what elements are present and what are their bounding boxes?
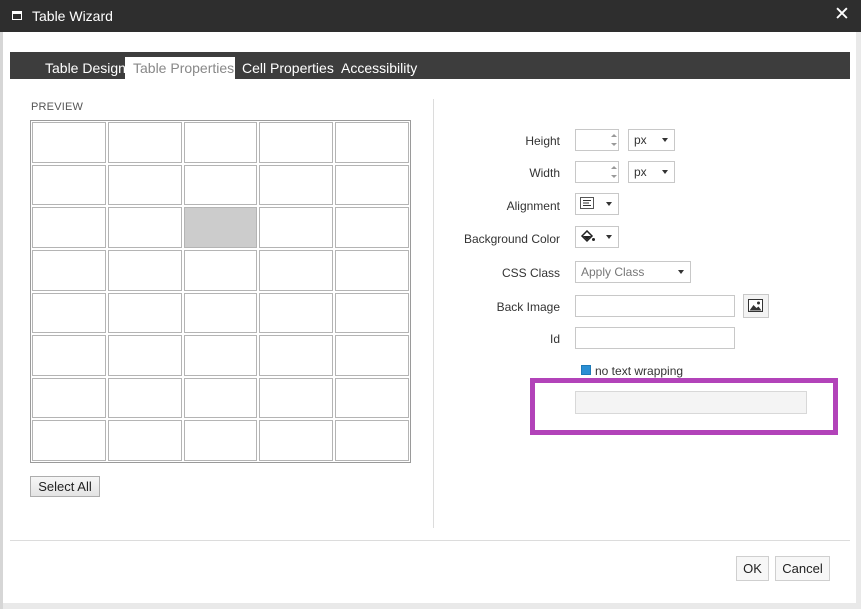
css-class-select[interactable]: Apply Class	[575, 261, 691, 283]
preview-cell[interactable]	[32, 377, 106, 419]
preview-cell[interactable]	[335, 292, 409, 334]
preview-cell[interactable]	[183, 164, 258, 206]
preview-label: PREVIEW	[31, 101, 84, 113]
preview-cell[interactable]	[259, 377, 334, 419]
preview-cell[interactable]	[335, 335, 409, 376]
preview-cell[interactable]	[259, 249, 334, 291]
height-input[interactable]	[575, 129, 619, 151]
css-class-value: Apply Class	[581, 265, 645, 279]
cancel-button[interactable]: Cancel	[775, 556, 830, 581]
id-input[interactable]	[575, 327, 735, 349]
preview-cell[interactable]	[107, 122, 182, 163]
preview-cell[interactable]	[335, 164, 409, 206]
preview-cell[interactable]	[107, 420, 182, 461]
preview-cell[interactable]	[183, 249, 258, 291]
preview-cell[interactable]	[183, 377, 258, 419]
preview-cell[interactable]	[32, 420, 106, 461]
preview-cell[interactable]	[259, 420, 334, 461]
align-left-icon	[580, 197, 594, 209]
preview-cell[interactable]	[32, 122, 106, 163]
preview-cell[interactable]	[335, 420, 409, 461]
alignment-select[interactable]	[575, 193, 619, 215]
close-icon[interactable]: ✕	[833, 5, 851, 25]
back-image-input[interactable]	[575, 295, 735, 317]
tab-accessibility[interactable]: Accessibility	[341, 57, 417, 79]
preview-cell[interactable]	[183, 122, 258, 163]
spin-up-icon[interactable]	[611, 166, 617, 169]
spin-down-icon[interactable]	[611, 175, 617, 178]
id-label: Id	[549, 332, 560, 346]
preview-cell[interactable]	[32, 249, 106, 291]
preview-cell[interactable]	[259, 292, 334, 334]
tab-table-properties[interactable]: Table Properties	[125, 57, 236, 79]
preview-cell[interactable]	[183, 335, 258, 376]
preview-cell[interactable]	[335, 249, 409, 291]
preview-cell[interactable]	[32, 292, 106, 334]
preview-cell[interactable]	[107, 377, 182, 419]
no-text-wrapping-label: no text wrapping	[595, 364, 684, 378]
footer-divider	[10, 540, 850, 541]
preview-cell[interactable]	[259, 122, 334, 163]
preview-cell[interactable]	[259, 164, 334, 206]
spin-down-icon[interactable]	[611, 143, 617, 146]
background-color-label: Background Color	[463, 232, 560, 246]
width-label: Width	[529, 166, 560, 180]
ok-button[interactable]: OK	[736, 556, 769, 581]
preview-cell[interactable]	[183, 420, 258, 461]
width-input[interactable]	[575, 161, 619, 183]
no-text-wrapping-checkbox[interactable]	[581, 365, 591, 375]
preview-cell[interactable]	[335, 122, 409, 163]
chevron-down-icon	[662, 138, 668, 142]
chevron-down-icon	[606, 235, 612, 239]
background-color-picker[interactable]	[575, 226, 619, 248]
dialog-title: Table Wizard	[32, 8, 113, 24]
paint-bucket-icon	[580, 230, 595, 243]
chevron-down-icon	[662, 170, 668, 174]
spin-up-icon[interactable]	[611, 134, 617, 137]
preview-cell[interactable]	[183, 207, 258, 248]
image-picker-button[interactable]	[743, 294, 769, 318]
preview-cell[interactable]	[107, 207, 182, 248]
preview-cell[interactable]	[335, 207, 409, 248]
height-unit-value: px	[634, 133, 647, 147]
chevron-down-icon	[678, 270, 684, 274]
alignment-label: Alignment	[506, 199, 560, 213]
preview-cell[interactable]	[107, 249, 182, 291]
preview-cell[interactable]	[32, 335, 106, 376]
image-icon	[748, 299, 763, 312]
window-icon	[12, 11, 22, 20]
highlight-annotation-box	[530, 378, 838, 435]
select-all-button[interactable]: Select All	[30, 476, 100, 497]
chevron-down-icon	[606, 202, 612, 206]
preview-cell[interactable]	[183, 292, 258, 334]
title-bar: Table Wizard ✕	[0, 0, 861, 32]
css-class-label: CSS Class	[501, 266, 560, 280]
preview-cell[interactable]	[107, 335, 182, 376]
preview-cell[interactable]	[335, 377, 409, 419]
preview-cell[interactable]	[107, 164, 182, 206]
width-unit-value: px	[634, 165, 647, 179]
tab-table-design[interactable]: Table Design	[45, 57, 126, 79]
tab-cell-properties[interactable]: Cell Properties	[242, 57, 334, 79]
height-unit-select[interactable]: px	[628, 129, 675, 151]
preview-cell[interactable]	[259, 335, 334, 376]
preview-cell[interactable]	[32, 164, 106, 206]
preview-cell[interactable]	[107, 292, 182, 334]
width-unit-select[interactable]: px	[628, 161, 675, 183]
preview-table-grid	[30, 120, 411, 463]
preview-cell[interactable]	[32, 207, 106, 248]
height-label: Height	[525, 134, 560, 148]
preview-cell[interactable]	[259, 207, 334, 248]
back-image-label: Back Image	[496, 300, 560, 314]
